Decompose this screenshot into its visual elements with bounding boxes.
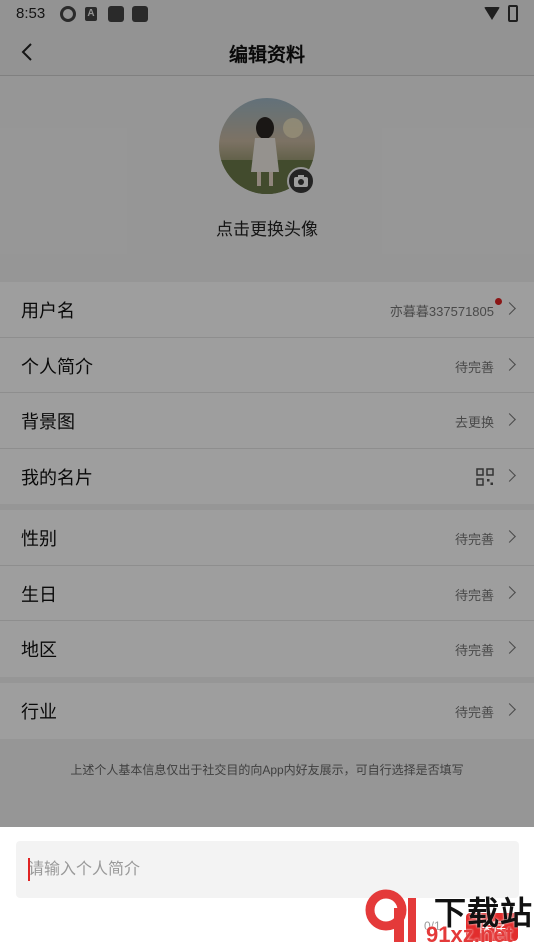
watermark-logo-icon	[365, 889, 416, 942]
text-cursor	[28, 858, 30, 881]
watermark-bottom-text: 91xz.net	[426, 922, 513, 947]
modal-overlay[interactable]	[0, 0, 534, 827]
